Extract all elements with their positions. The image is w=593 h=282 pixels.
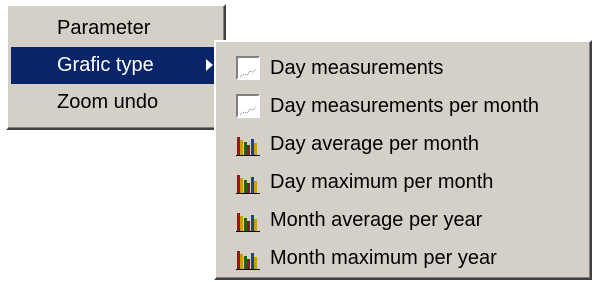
- menu-item-grafic-type[interactable]: Grafic type: [11, 47, 221, 84]
- menu-item-label: Grafic type: [57, 54, 154, 76]
- submenu-item-month-average-per-year[interactable]: Month average per year: [219, 201, 587, 239]
- submenu-item-label: Day maximum per month: [270, 171, 494, 193]
- submenu-item-day-measurements-per-month[interactable]: Day measurements per month: [219, 87, 587, 125]
- submenu-item-month-maximum-per-year[interactable]: Month maximum per year: [219, 239, 587, 277]
- submenu-item-day-maximum-per-month[interactable]: Day maximum per month: [219, 163, 587, 201]
- line-graph-icon: [235, 93, 261, 119]
- bar-chart-icon: [236, 246, 260, 270]
- submenu-item-day-average-per-month[interactable]: Day average per month: [219, 125, 587, 163]
- submenu-arrow-icon: [206, 59, 213, 71]
- bar-chart-icon: [236, 170, 260, 194]
- menu-item-label: Parameter: [57, 17, 151, 39]
- submenu-item-day-measurements[interactable]: Day measurements: [219, 49, 587, 87]
- menu-item-label: Zoom undo: [57, 91, 159, 113]
- menu-item-zoom-undo[interactable]: Zoom undo: [11, 84, 221, 121]
- bar-chart-icon: [236, 132, 260, 156]
- submenu-item-label: Month maximum per year: [270, 247, 497, 269]
- submenu-item-label: Day measurements: [270, 57, 444, 79]
- menu-item-parameter[interactable]: Parameter: [11, 10, 221, 47]
- submenu-item-label: Month average per year: [270, 209, 483, 231]
- screenshot-stage: Parameter Grafic type Zoom undo Day meas…: [0, 0, 593, 282]
- submenu-item-label: Day measurements per month: [270, 95, 540, 117]
- bar-chart-icon: [236, 208, 260, 232]
- context-menu: Parameter Grafic type Zoom undo: [6, 4, 226, 130]
- grafic-type-submenu: Day measurements Day measurements per mo…: [214, 40, 592, 280]
- line-graph-icon: [235, 55, 261, 81]
- submenu-item-label: Day average per month: [270, 133, 480, 155]
